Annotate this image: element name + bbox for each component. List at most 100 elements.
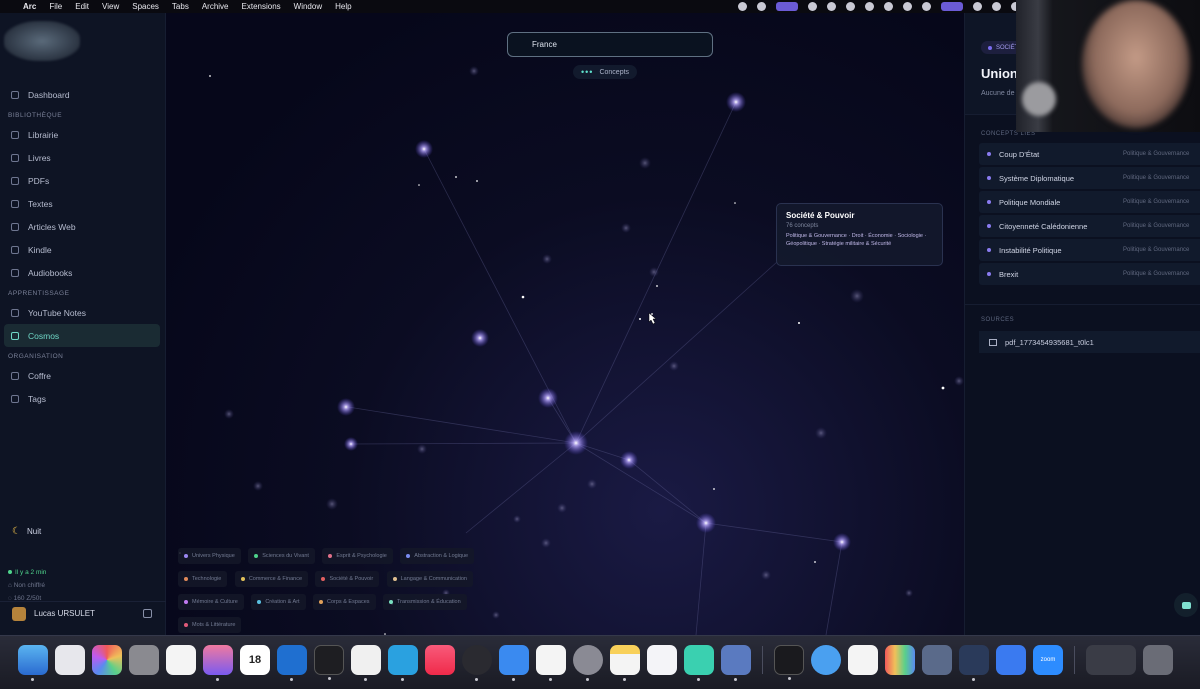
status-icon-5[interactable] <box>846 2 855 11</box>
app-icon-drive[interactable] <box>922 645 952 675</box>
status-icon-7[interactable] <box>884 2 893 11</box>
finder-icon[interactable] <box>18 645 48 681</box>
related-concept-item[interactable]: Instabilité Politique Politique & Gouvern… <box>979 239 1200 261</box>
status-icon-10[interactable] <box>992 2 1001 11</box>
legend-chip[interactable]: Commerce & Finance <box>234 571 308 587</box>
logout-icon[interactable] <box>143 609 152 618</box>
related-concept-item[interactable]: Politique Mondiale Politique & Gouvernanc… <box>979 191 1200 213</box>
menu-archive[interactable]: Archive <box>202 2 229 11</box>
menu-app-name[interactable]: Arc <box>23 2 36 11</box>
status-icon-2[interactable] <box>757 2 766 11</box>
app-icon-cube[interactable] <box>959 645 989 681</box>
related-concept-item[interactable]: Brexit Politique & Gouvernance <box>979 263 1200 285</box>
sidebar-item-textes[interactable]: Textes <box>0 192 166 215</box>
calculator-icon[interactable] <box>129 645 159 675</box>
concept-node[interactable] <box>833 533 851 551</box>
zoom-icon[interactable]: zoom <box>1033 645 1063 675</box>
menu-help[interactable]: Help <box>335 2 351 11</box>
concepts-filter-pill[interactable]: ••• Concepts <box>573 65 638 79</box>
source-item[interactable]: pdf_1773454935681_t0lc1 <box>979 331 1200 353</box>
telegram-icon[interactable] <box>388 645 418 681</box>
legend-chip[interactable]: Technologie <box>178 571 228 587</box>
readwise-icon[interactable] <box>499 645 529 681</box>
legend-chip[interactable]: Esprit & Psychologie <box>322 548 393 564</box>
menu-window[interactable]: Window <box>294 2 322 11</box>
status-icon-3[interactable] <box>808 2 817 11</box>
status-icon-6[interactable] <box>865 2 874 11</box>
concept-node[interactable] <box>337 398 355 416</box>
legend-chip[interactable]: Corps & Espaces <box>313 594 376 610</box>
search-input[interactable]: France <box>507 32 713 57</box>
concept-node[interactable] <box>696 513 716 533</box>
sidebar-item-pdfs[interactable]: PDFs <box>0 169 166 192</box>
notes-icon[interactable] <box>610 645 640 681</box>
menu-view[interactable]: View <box>102 2 119 11</box>
sidebar-item-coffre[interactable]: Coffre <box>0 364 166 387</box>
concept-node-selected[interactable] <box>564 431 588 455</box>
sidebar-item-cosmos[interactable]: Cosmos <box>4 324 160 347</box>
legend-chip[interactable]: Société & Pouvoir <box>315 571 380 587</box>
user-profile[interactable]: Lucas URSULET <box>0 601 166 625</box>
app-icon-a[interactable] <box>848 645 878 675</box>
slack-icon[interactable] <box>536 645 566 681</box>
display-icon[interactable] <box>941 2 963 11</box>
concept-node[interactable] <box>344 437 358 451</box>
legend-chip[interactable]: Univers Physique <box>178 548 241 564</box>
sidebar-item-livres[interactable]: Livres <box>0 146 166 169</box>
arc-icon[interactable] <box>684 645 714 681</box>
legend-chip[interactable]: Sciences du Vivant <box>248 548 315 564</box>
screen-share-icon[interactable] <box>776 2 798 11</box>
legend-chip[interactable]: Mots & Littérature <box>178 617 242 633</box>
legend-chip[interactable]: Mémoire & Culture <box>178 594 244 610</box>
voice-memos-icon[interactable] <box>996 645 1026 675</box>
status-icon-4[interactable] <box>827 2 836 11</box>
minimized-window[interactable] <box>1086 645 1136 675</box>
related-concept-item[interactable]: Coup D'État Politique & Gouvernance <box>979 143 1200 165</box>
legend-chip[interactable]: Transmission & Éducation <box>382 594 467 610</box>
terminal-icon[interactable] <box>774 645 804 680</box>
sidebar-item-articles-web[interactable]: Articles Web <box>0 215 166 238</box>
related-concept-item[interactable]: Système Diplomatique Politique & Gouverna… <box>979 167 1200 189</box>
affinity-icon[interactable] <box>203 645 233 681</box>
menu-tabs[interactable]: Tabs <box>172 2 189 11</box>
cosmos-graph-canvas[interactable]: France ••• Concepts Société & Pouvoir 76… <box>166 13 964 635</box>
sidebar-item-dashboard[interactable]: Dashboard <box>0 83 166 106</box>
sidebar-item-kindle[interactable]: Kindle <box>0 238 166 261</box>
menu-spaces[interactable]: Spaces <box>132 2 159 11</box>
calendar-icon[interactable]: 18 <box>240 645 270 675</box>
music-icon[interactable] <box>425 645 455 675</box>
menu-file[interactable]: File <box>49 2 62 11</box>
sidebar-item-librairie[interactable]: Librairie <box>0 123 166 146</box>
constellation-graph[interactable] <box>166 13 964 635</box>
assistant-button[interactable] <box>1174 593 1198 617</box>
reader-icon[interactable] <box>721 645 751 681</box>
concept-node[interactable] <box>726 92 746 112</box>
concept-node[interactable] <box>620 451 638 469</box>
headphones-icon[interactable] <box>922 2 931 11</box>
status-icon-1[interactable] <box>738 2 747 11</box>
claude-icon[interactable] <box>351 645 381 681</box>
concept-node[interactable] <box>538 388 558 408</box>
sidebar-item-youtube-notes[interactable]: YouTube Notes <box>0 301 166 324</box>
vscode-icon[interactable] <box>277 645 307 681</box>
settings-icon[interactable] <box>573 645 603 681</box>
safari-icon[interactable] <box>811 645 841 675</box>
legend-chip[interactable]: Abstraction & Logique <box>400 548 475 564</box>
sidebar-item-audiobooks[interactable]: Audiobooks <box>0 261 166 284</box>
legend-chip[interactable]: Création & Art <box>251 594 306 610</box>
clock-icon[interactable] <box>166 645 196 675</box>
concept-node[interactable] <box>415 140 433 158</box>
app-icon-keys[interactable] <box>885 645 915 675</box>
status-icon-8[interactable] <box>903 2 912 11</box>
concept-node[interactable] <box>471 329 489 347</box>
theme-toggle[interactable]: ☾ Nuit <box>12 526 41 537</box>
trash-icon[interactable] <box>1143 645 1173 675</box>
mail-app-icon[interactable] <box>647 645 677 675</box>
chatgpt-icon[interactable] <box>314 645 344 680</box>
menu-edit[interactable]: Edit <box>75 2 89 11</box>
obs-icon[interactable] <box>462 645 492 681</box>
launchpad-icon[interactable] <box>55 645 85 675</box>
menu-extensions[interactable]: Extensions <box>242 2 281 11</box>
legend-chip[interactable]: Langage & Communication <box>386 571 473 587</box>
workspace-logo[interactable] <box>4 21 80 61</box>
